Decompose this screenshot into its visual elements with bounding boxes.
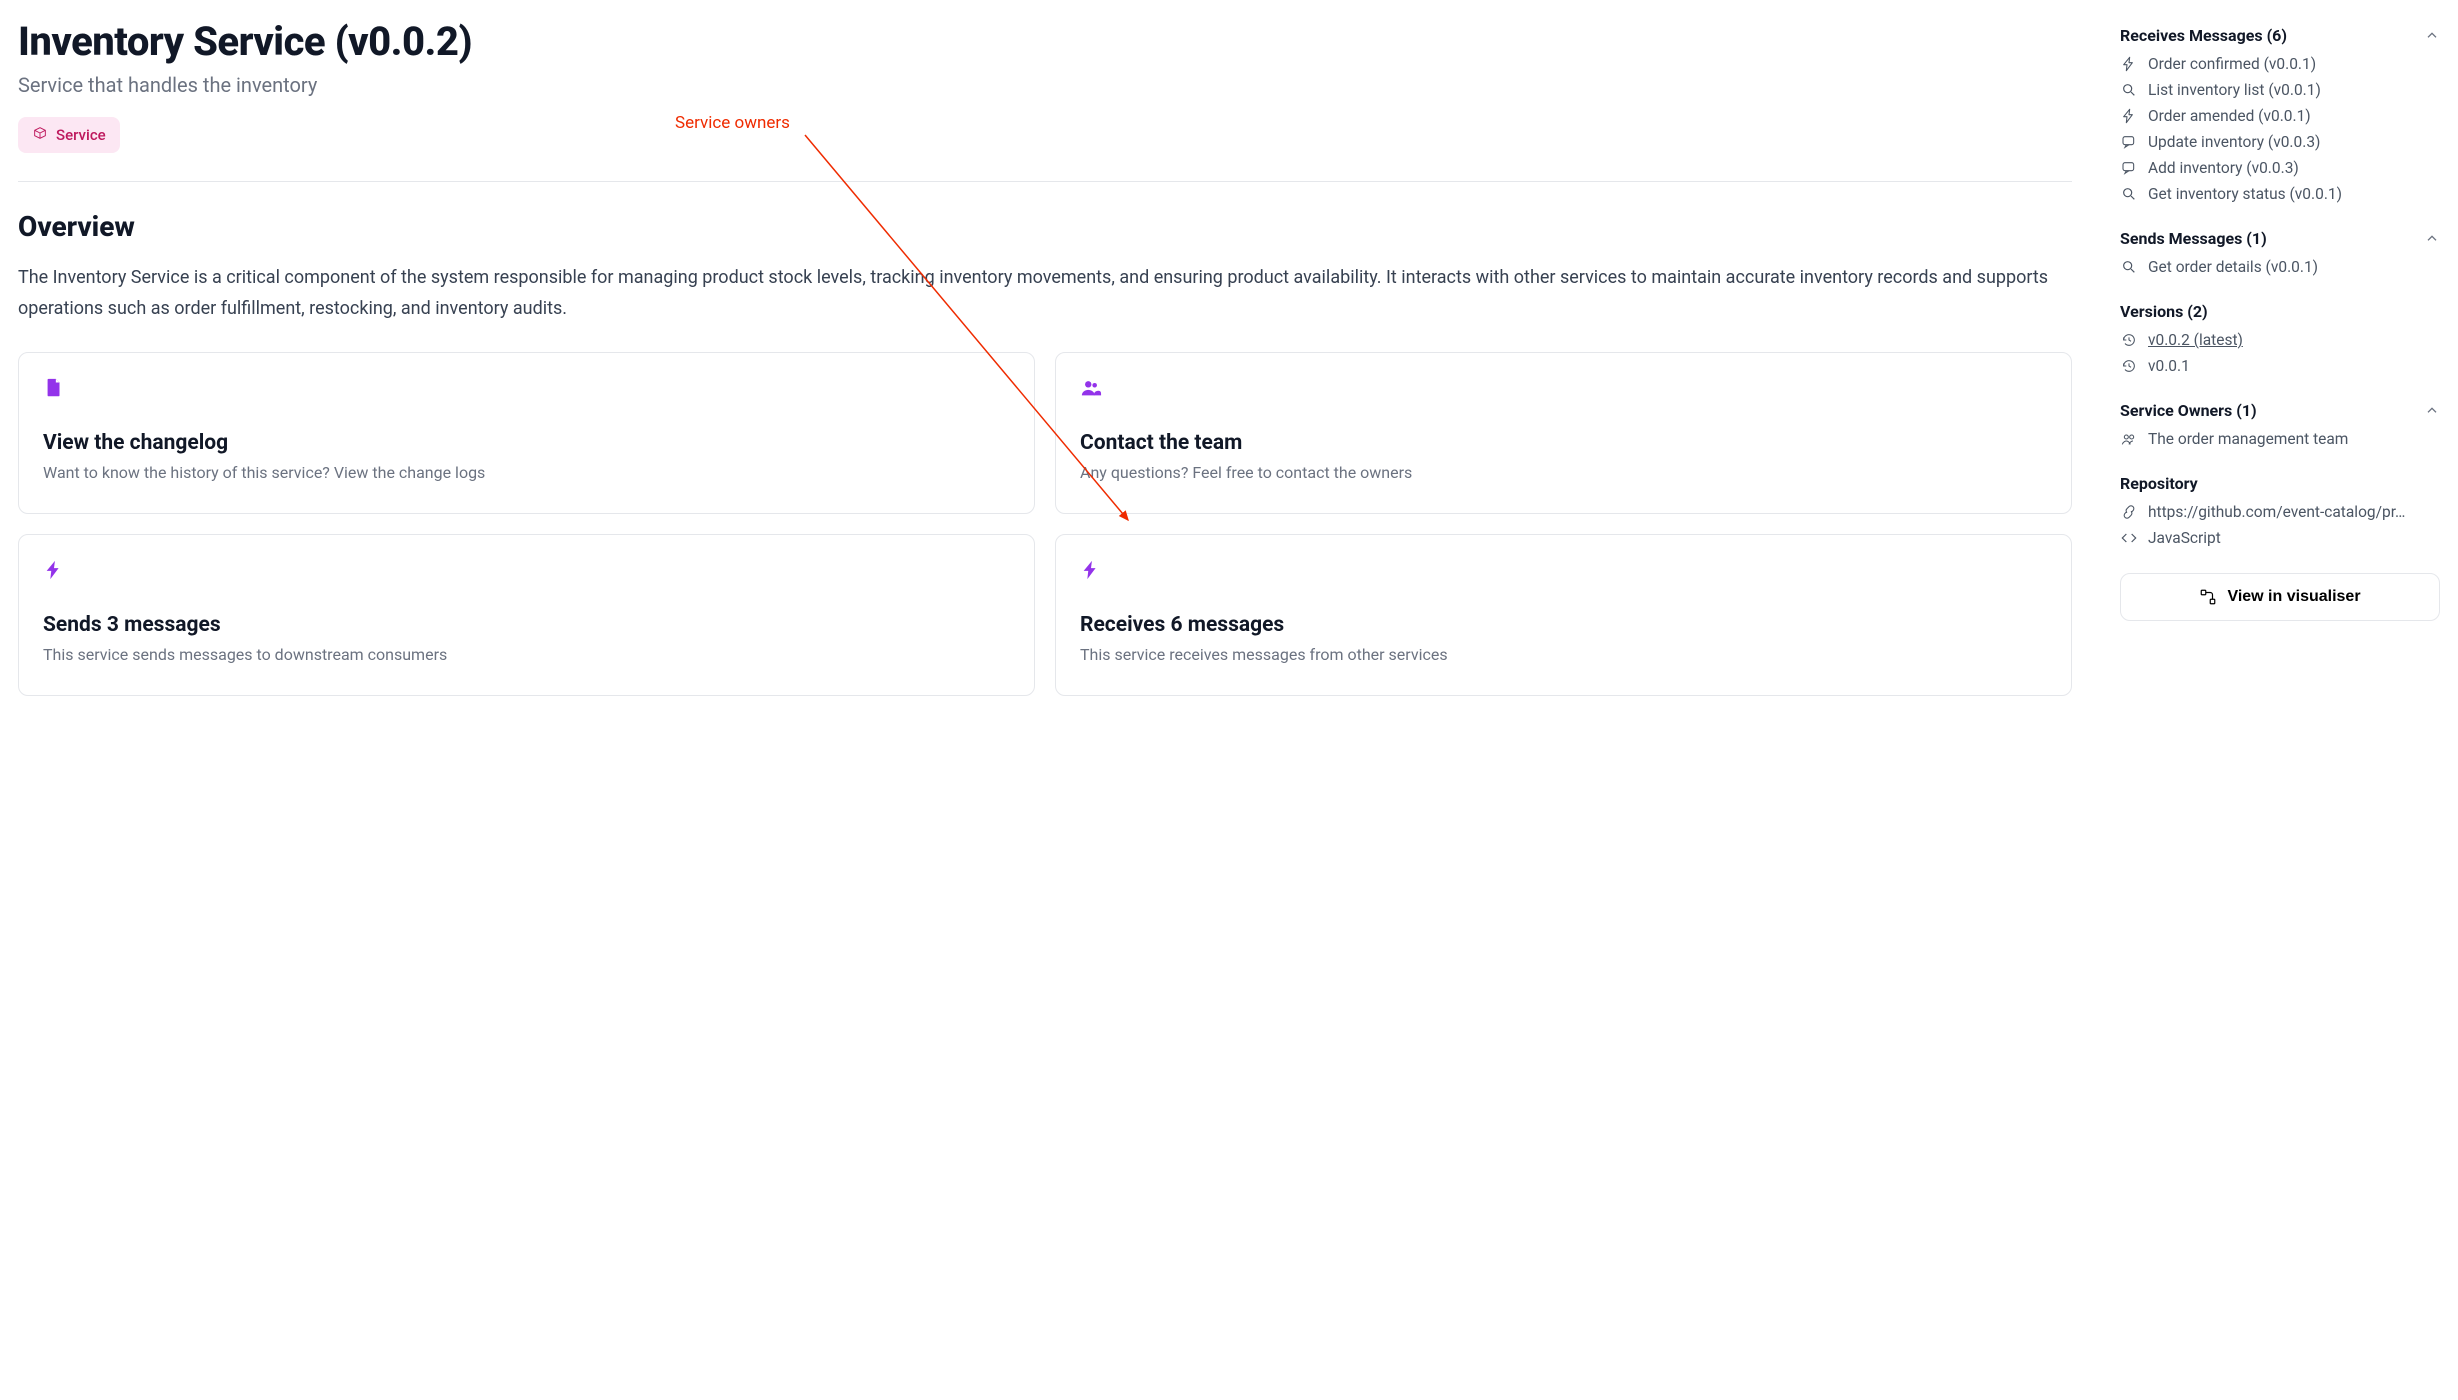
section-toggle[interactable]: Sends Messages (1) [2120, 229, 2440, 248]
service-owners-section: Service Owners (1) The order management … [2120, 401, 2440, 448]
list-item-label: Update inventory (v0.0.3) [2148, 133, 2320, 151]
repo-url-text: https://github.com/event-catalog/pr… [2148, 503, 2405, 521]
badge-label: Service [56, 126, 106, 144]
chevron-up-icon [2424, 231, 2440, 247]
card-title: Sends 3 messages [43, 613, 1010, 637]
link-icon [2120, 503, 2138, 521]
list-item-label: Add inventory (v0.0.3) [2148, 159, 2299, 177]
history-icon [2120, 357, 2138, 375]
search-icon [2120, 185, 2138, 203]
page-subtitle: Service that handles the inventory [18, 73, 2072, 97]
search-icon [2120, 81, 2138, 99]
list-item-label: Get inventory status (v0.0.1) [2148, 185, 2342, 203]
card-contact[interactable]: Contact the team Any questions? Feel fre… [1055, 352, 2072, 514]
history-icon [2120, 331, 2138, 349]
message-icon [2120, 133, 2138, 151]
list-item-label: Get order details (v0.0.1) [2148, 258, 2318, 276]
file-icon [43, 377, 1010, 403]
divider [18, 181, 2072, 182]
section-heading: Sends Messages (1) [2120, 229, 2267, 248]
list-item[interactable]: v0.0.1 [2120, 357, 2440, 375]
users-icon [1080, 377, 2047, 403]
list-item[interactable]: Add inventory (v0.0.3) [2120, 159, 2440, 177]
repository-section: Repository https://github.com/event-cata… [2120, 474, 2440, 547]
card-title: Receives 6 messages [1080, 613, 2047, 637]
overview-heading: Overview [18, 210, 2072, 243]
list-item[interactable]: Get order details (v0.0.1) [2120, 258, 2440, 276]
card-receives[interactable]: Receives 6 messages This service receive… [1055, 534, 2072, 696]
list-item-label: Order confirmed (v0.0.1) [2148, 55, 2316, 73]
chevron-up-icon [2424, 28, 2440, 44]
list-item-label: List inventory list (v0.0.1) [2148, 81, 2321, 99]
bolt-icon [2120, 55, 2138, 73]
bolt-icon [1080, 559, 2047, 585]
flow-icon [2199, 588, 2217, 606]
list-item-label: The order management team [2148, 430, 2348, 448]
list-item[interactable]: v0.0.2 (latest) [2120, 331, 2440, 349]
chevron-up-icon [2424, 403, 2440, 419]
repo-lang-text: JavaScript [2148, 529, 2221, 547]
section-heading: Service Owners (1) [2120, 401, 2257, 420]
card-desc: This service receives messages from othe… [1080, 643, 2047, 667]
receives-messages-section: Receives Messages (6) Order confirmed (v… [2120, 26, 2440, 203]
card-desc: Any questions? Feel free to contact the … [1080, 461, 2047, 485]
list-item[interactable]: Order amended (v0.0.1) [2120, 107, 2440, 125]
section-toggle[interactable]: Versions (2) [2120, 302, 2440, 321]
section-heading-static: Repository [2120, 474, 2440, 493]
card-title: Contact the team [1080, 431, 2047, 455]
card-sends[interactable]: Sends 3 messages This service sends mess… [18, 534, 1035, 696]
code-icon [2120, 529, 2138, 547]
bolt-icon [43, 559, 1010, 585]
card-changelog[interactable]: View the changelog Want to know the hist… [18, 352, 1035, 514]
page-title: Inventory Service (v0.0.2) [18, 18, 2072, 65]
versions-section: Versions (2) v0.0.2 (latest) v0.0.1 [2120, 302, 2440, 375]
card-desc: Want to know the history of this service… [43, 461, 1010, 485]
list-item[interactable]: Order confirmed (v0.0.1) [2120, 55, 2440, 73]
card-title: View the changelog [43, 431, 1010, 455]
view-in-visualiser-button[interactable]: View in visualiser [2120, 573, 2440, 621]
list-item-label: Order amended (v0.0.1) [2148, 107, 2311, 125]
bolt-icon [2120, 107, 2138, 125]
list-item[interactable]: The order management team [2120, 430, 2440, 448]
list-item-label: v0.0.1 [2148, 357, 2190, 375]
repo-url[interactable]: https://github.com/event-catalog/pr… [2120, 503, 2440, 521]
sends-messages-section: Sends Messages (1) Get order details (v0… [2120, 229, 2440, 276]
section-heading: Repository [2120, 474, 2198, 493]
section-heading: Versions (2) [2120, 302, 2208, 321]
list-item-label: v0.0.2 (latest) [2148, 331, 2243, 349]
service-badge[interactable]: Service [18, 117, 120, 153]
team-icon [2120, 430, 2138, 448]
section-toggle[interactable]: Service Owners (1) [2120, 401, 2440, 420]
list-item[interactable]: List inventory list (v0.0.1) [2120, 81, 2440, 99]
list-item[interactable]: Update inventory (v0.0.3) [2120, 133, 2440, 151]
section-toggle[interactable]: Receives Messages (6) [2120, 26, 2440, 45]
search-icon [2120, 258, 2138, 276]
overview-text: The Inventory Service is a critical comp… [18, 263, 2072, 324]
list-item[interactable]: Get inventory status (v0.0.1) [2120, 185, 2440, 203]
card-desc: This service sends messages to downstrea… [43, 643, 1010, 667]
annotation-label: Service owners [675, 113, 790, 133]
section-heading: Receives Messages (6) [2120, 26, 2287, 45]
message-icon [2120, 159, 2138, 177]
box-icon [32, 125, 48, 145]
vis-button-label: View in visualiser [2227, 588, 2360, 606]
repo-language: JavaScript [2120, 529, 2440, 547]
